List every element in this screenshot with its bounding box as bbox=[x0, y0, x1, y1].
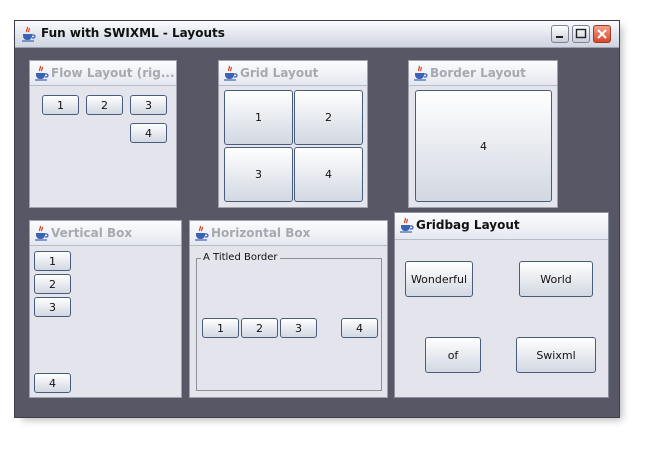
vbox-button-2[interactable]: 2 bbox=[34, 274, 71, 294]
vertical-box-titlebar[interactable]: Vertical Box bbox=[30, 221, 181, 246]
java-cup-icon bbox=[33, 65, 49, 81]
gridbag-button-wonderful[interactable]: Wonderful bbox=[405, 261, 473, 297]
minimize-icon bbox=[556, 36, 563, 38]
java-cup-icon bbox=[20, 26, 36, 42]
java-cup-icon bbox=[412, 65, 428, 81]
gridbag-button-of[interactable]: of bbox=[425, 337, 481, 373]
maximize-button[interactable] bbox=[572, 25, 590, 43]
close-button[interactable] bbox=[593, 25, 611, 43]
hbox-button-3[interactable]: 3 bbox=[280, 318, 317, 338]
close-icon bbox=[597, 29, 607, 39]
gridbag-button-world[interactable]: World bbox=[519, 261, 593, 297]
vertical-box-frame[interactable]: Vertical Box 1 2 3 4 bbox=[29, 220, 182, 398]
grid-button-4[interactable]: 4 bbox=[294, 147, 363, 202]
vbox-button-3[interactable]: 3 bbox=[34, 297, 71, 317]
vertical-box-title: Vertical Box bbox=[51, 226, 133, 240]
vbox-button-1[interactable]: 1 bbox=[34, 251, 71, 271]
flow-layout-title: Flow Layout (rig... bbox=[51, 66, 175, 80]
grid-layout-frame[interactable]: Grid Layout 1 2 3 4 bbox=[218, 60, 368, 208]
hbox-button-1[interactable]: 1 bbox=[202, 318, 239, 338]
border-layout-titlebar[interactable]: Border Layout bbox=[409, 61, 557, 86]
grid-layout-titlebar[interactable]: Grid Layout bbox=[219, 61, 367, 86]
gridbag-button-swixml[interactable]: Swixml bbox=[516, 337, 596, 373]
vbox-button-4[interactable]: 4 bbox=[34, 373, 71, 393]
hbox-button-2[interactable]: 2 bbox=[241, 318, 278, 338]
flow-button-1[interactable]: 1 bbox=[42, 95, 79, 115]
flow-button-3[interactable]: 3 bbox=[130, 95, 167, 115]
flow-layout-frame[interactable]: Flow Layout (rig... 1 2 3 4 bbox=[29, 60, 177, 208]
window-titlebar[interactable]: Fun with SWIXML - Layouts bbox=[15, 21, 619, 48]
gridbag-layout-titlebar[interactable]: Gridbag Layout bbox=[395, 213, 608, 240]
horizontal-box-title: Horizontal Box bbox=[211, 226, 311, 240]
horizontal-box-titlebar[interactable]: Horizontal Box bbox=[190, 221, 387, 246]
grid-layout-title: Grid Layout bbox=[240, 66, 319, 80]
horizontal-box-frame[interactable]: Horizontal Box A Titled Border 1 2 3 4 bbox=[189, 220, 388, 398]
grid-button-1[interactable]: 1 bbox=[224, 90, 293, 145]
minimize-button[interactable] bbox=[551, 25, 569, 43]
titled-border-label: A Titled Border bbox=[201, 252, 280, 263]
gridbag-layout-title: Gridbag Layout bbox=[416, 218, 520, 232]
flow-button-2[interactable]: 2 bbox=[86, 95, 123, 115]
java-cup-icon bbox=[193, 225, 209, 241]
border-layout-title: Border Layout bbox=[430, 66, 526, 80]
java-cup-icon bbox=[398, 217, 414, 233]
maximize-icon bbox=[575, 28, 587, 39]
flow-button-4[interactable]: 4 bbox=[130, 123, 167, 143]
hbox-button-4[interactable]: 4 bbox=[341, 318, 378, 338]
grid-button-3[interactable]: 3 bbox=[224, 147, 293, 202]
window-title: Fun with SWIXML - Layouts bbox=[41, 26, 225, 40]
gridbag-layout-frame[interactable]: Gridbag Layout Wonderful World of Swixml bbox=[394, 212, 609, 398]
border-button-4[interactable]: 4 bbox=[415, 90, 552, 202]
flow-layout-titlebar[interactable]: Flow Layout (rig... bbox=[30, 61, 176, 86]
border-layout-frame[interactable]: Border Layout 4 bbox=[408, 60, 558, 208]
java-cup-icon bbox=[222, 65, 238, 81]
java-cup-icon bbox=[33, 225, 49, 241]
grid-button-2[interactable]: 2 bbox=[294, 90, 363, 145]
